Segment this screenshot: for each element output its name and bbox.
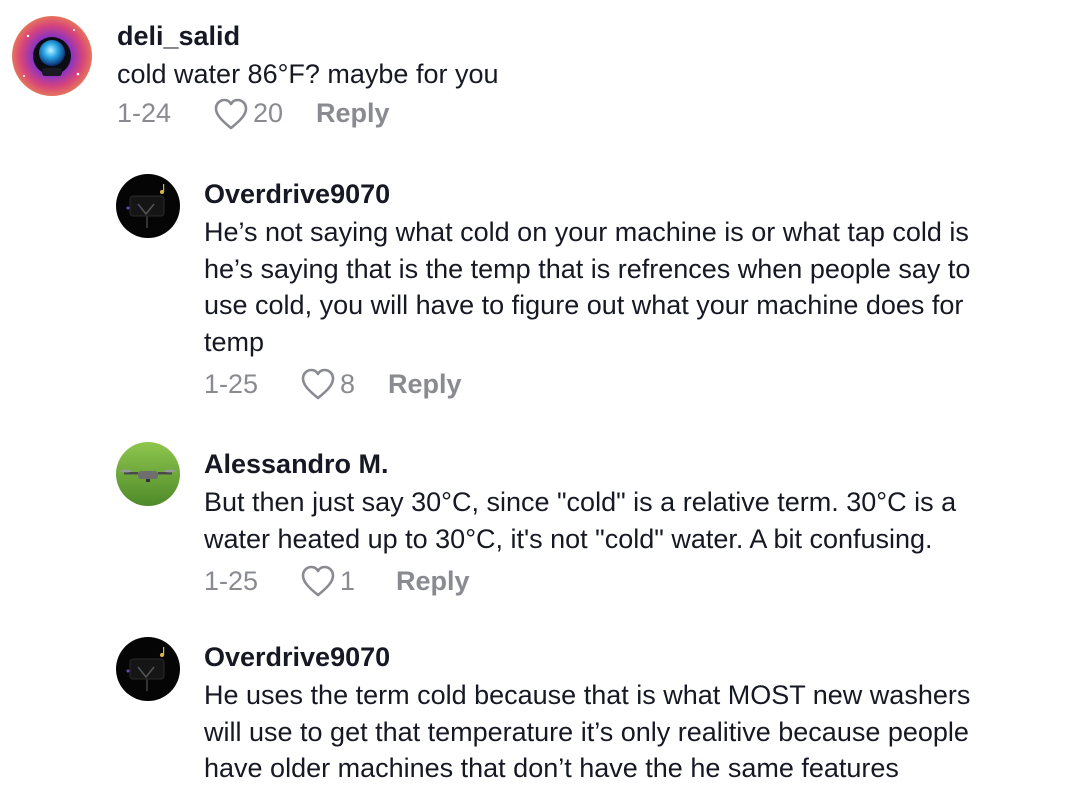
- like-button[interactable]: 1: [300, 564, 396, 598]
- avatar[interactable]: [116, 442, 180, 506]
- comment-date: 1-25: [204, 565, 259, 596]
- dark-music-avatar-icon: [116, 174, 180, 238]
- galaxy-astronaut-avatar-icon: [12, 16, 92, 96]
- comment-username[interactable]: Overdrive9070: [204, 640, 970, 674]
- heart-icon: [301, 368, 335, 400]
- comment-meta: 1-24 20 Reply: [117, 94, 498, 134]
- comment-username[interactable]: Overdrive9070: [204, 177, 970, 211]
- comment-text: He uses the term cold because that is wh…: [204, 680, 971, 783]
- avatar[interactable]: [12, 16, 92, 96]
- heart-icon: [214, 98, 248, 129]
- reply-button[interactable]: Reply: [396, 566, 470, 597]
- reply-button[interactable]: Reply: [316, 98, 390, 129]
- avatar[interactable]: [116, 174, 180, 238]
- dark-music-avatar-icon: [116, 637, 180, 701]
- comment-meta: 1-25 8 Reply: [204, 364, 970, 404]
- like-count: 20: [253, 98, 284, 128]
- like-count: 8: [340, 368, 356, 399]
- comment-text: But then just say 30°C, since "cold" is …: [204, 487, 957, 554]
- like-button[interactable]: 8: [300, 367, 388, 401]
- comment-username[interactable]: Alessandro M.: [204, 447, 956, 481]
- comment-username[interactable]: deli_salid: [117, 19, 498, 53]
- drone-avatar-icon: [116, 442, 180, 506]
- comment-date: 1-24: [117, 98, 172, 128]
- avatar[interactable]: [116, 637, 180, 701]
- like-count: 1: [340, 565, 356, 596]
- comment-text: cold water 86°F? maybe for you: [117, 59, 499, 89]
- reply-button[interactable]: Reply: [388, 369, 462, 400]
- like-button[interactable]: 20: [213, 97, 316, 131]
- heart-icon: [301, 565, 335, 597]
- comment-text: He’s not saying what cold on your machin…: [204, 217, 971, 357]
- comment-meta: 1-25 1 Reply: [204, 561, 956, 601]
- comment-date: 1-25: [204, 368, 259, 399]
